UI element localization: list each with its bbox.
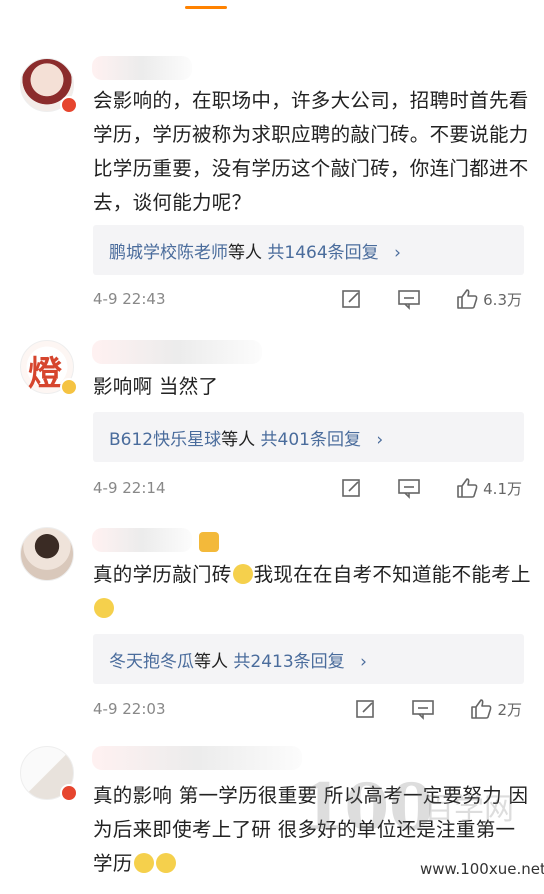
emoji-icon <box>133 853 154 873</box>
like-count: 4.1万 <box>483 479 522 498</box>
reply-summary[interactable]: 冬天抱冬瓜等人 共2413条回复 › <box>93 634 524 684</box>
repost-button[interactable] <box>341 288 363 310</box>
watermark-site-name: 百学网 <box>424 792 514 827</box>
like-icon <box>457 478 478 498</box>
repost-button[interactable] <box>341 477 363 499</box>
comment-time: 4-9 22:03 <box>93 700 166 718</box>
like-button[interactable]: 6.3万 <box>455 287 522 311</box>
emoji-icon <box>94 598 114 618</box>
like-count: 2万 <box>497 700 522 719</box>
comment-button[interactable] <box>397 477 421 499</box>
comment-time: 4-9 22:14 <box>93 479 166 497</box>
avatar[interactable] <box>20 58 78 114</box>
chevron-right-icon: › <box>394 243 401 263</box>
like-icon <box>457 289 478 309</box>
verified-badge-icon <box>60 378 78 396</box>
comment-time: 4-9 22:43 <box>93 290 166 308</box>
like-count: 6.3万 <box>483 290 522 309</box>
reply-count: 共401条回复 <box>260 430 361 450</box>
edit-icon <box>342 290 360 308</box>
watermark-url: www.100xue.net <box>420 860 544 878</box>
username-blurred[interactable] <box>92 528 192 552</box>
comment-text: 会影响的，在职场中，许多大公司，招聘时首先看学历，学历被称为求职应聘的敲门砖。不… <box>93 89 529 214</box>
comment-text: 影响啊 当然了 <box>93 375 219 398</box>
reply-user-name: 冬天抱冬瓜 <box>109 652 194 672</box>
emoji-icon <box>232 564 253 584</box>
avatar[interactable]: 燈 <box>20 340 78 396</box>
reply-user-name: 鹏城学校陈老师 <box>109 243 228 263</box>
reply-summary[interactable]: 鹏城学校陈老师等人 共1464条回复 › <box>93 225 524 275</box>
reply-count: 共2413条回复 <box>233 652 345 672</box>
username-blurred[interactable] <box>92 746 302 770</box>
reply-middle-text: 等人 <box>228 243 262 263</box>
comment-text: 真的学历敲门砖 我现在在自考不知道能不能考上 <box>93 558 533 626</box>
watermark-logo: 100 <box>300 770 434 845</box>
reply-middle-text: 等人 <box>221 430 256 450</box>
comment-button[interactable] <box>411 698 435 720</box>
like-button[interactable]: 2万 <box>469 697 522 721</box>
avatar[interactable] <box>20 527 74 581</box>
avatar[interactable] <box>20 746 78 802</box>
active-tab-indicator <box>185 6 227 9</box>
chevron-right-icon: › <box>376 430 384 450</box>
repost-button[interactable] <box>355 698 377 720</box>
watermark: 100 百学网 www.100xue.net <box>300 770 544 890</box>
edit-icon <box>342 479 360 497</box>
comment-button[interactable] <box>397 288 421 310</box>
comment-icon <box>398 290 420 310</box>
comment-icon <box>398 479 420 499</box>
comment-icon <box>412 700 435 720</box>
username-blurred[interactable] <box>92 56 192 80</box>
reply-user-name: B612快乐星球 <box>109 430 222 450</box>
top-tab-strip <box>0 0 544 12</box>
like-button[interactable]: 4.1万 <box>455 476 522 500</box>
reply-middle-text: 等人 <box>194 652 228 672</box>
verified-badge-icon <box>60 784 78 802</box>
reply-summary[interactable]: B612快乐星球等人 共401条回复 › <box>93 412 524 462</box>
username-blurred[interactable] <box>92 340 262 364</box>
edit-icon <box>356 700 375 718</box>
emoji-icon <box>199 532 219 552</box>
emoji-icon <box>155 853 176 873</box>
reply-count: 共1464条回复 <box>267 243 379 263</box>
chevron-right-icon: › <box>360 652 367 672</box>
verified-badge-icon <box>60 96 78 114</box>
like-icon <box>471 699 492 719</box>
